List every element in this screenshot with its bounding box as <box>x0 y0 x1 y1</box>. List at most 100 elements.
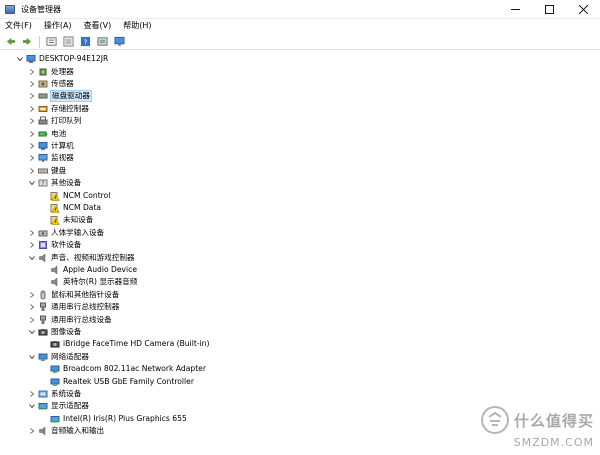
menu-action[interactable]: 操作(A) <box>38 19 78 33</box>
show-hidden-icon <box>62 36 74 47</box>
update-driver-button[interactable] <box>95 35 109 49</box>
tree-category[interactable]: 处理器 <box>28 65 74 77</box>
maximize-button[interactable] <box>532 0 566 19</box>
tree-category[interactable]: 传感器 <box>28 78 74 90</box>
tree-category[interactable]: 音频输入和输出 <box>28 425 104 437</box>
tree-category[interactable]: 监视器 <box>28 152 74 164</box>
tree-device[interactable]: Broadcom 802.11ac Network Adapter <box>40 363 206 375</box>
tree-item-label: 未知设备 <box>63 215 94 225</box>
tree-item-label: NCM Data <box>63 202 102 212</box>
menu-help[interactable]: 帮助(H) <box>117 19 157 33</box>
tree-root[interactable]: DESKTOP-94E12JR <box>16 53 108 65</box>
tree-category[interactable]: 打印队列 <box>28 115 81 127</box>
monitor-icon <box>113 36 125 46</box>
tree-device[interactable]: Intel(R) Iris(R) Plus Graphics 655 <box>40 413 187 425</box>
show-hidden-button[interactable] <box>61 35 75 49</box>
watermark-en-text: SMZDM.COM <box>513 436 594 449</box>
camera-icon <box>50 339 60 349</box>
chevron-right-icon[interactable] <box>28 166 36 176</box>
processor-icon <box>38 67 48 77</box>
network-adapter-icon <box>50 377 60 387</box>
tree-category[interactable]: 人体学输入设备 <box>28 227 104 239</box>
chevron-right-icon[interactable] <box>28 426 36 436</box>
minimize-icon <box>510 9 520 10</box>
tree-category[interactable]: 存储控制器 <box>28 103 89 115</box>
chevron-right-icon[interactable] <box>28 153 36 163</box>
tree-item-label: 通用串行总线设备 <box>51 314 112 324</box>
tree-device[interactable]: NCM Control <box>40 189 110 201</box>
forward-button[interactable] <box>20 35 34 49</box>
tree-device[interactable]: Apple Audio Device <box>40 264 137 276</box>
menu-file[interactable]: 文件(F) <box>0 19 38 33</box>
chevron-down-icon[interactable] <box>16 54 24 64</box>
chevron-down-icon[interactable] <box>28 352 36 362</box>
scan-hardware-button[interactable] <box>112 35 126 49</box>
tree-device[interactable]: Realtek USB GbE Family Controller <box>40 375 194 387</box>
chevron-down-icon[interactable] <box>28 178 36 188</box>
chevron-right-icon[interactable] <box>28 389 36 399</box>
chevron-right-icon[interactable] <box>28 141 36 151</box>
tree-item-label: Apple Audio Device <box>63 264 137 274</box>
chevron-right-icon[interactable] <box>28 116 36 126</box>
tree-category[interactable]: 电池 <box>28 127 66 139</box>
menu-view[interactable]: 查看(V) <box>78 19 118 33</box>
tree-category[interactable]: 磁盘驱动器 <box>28 90 92 103</box>
tree-category[interactable]: 计算机 <box>28 140 74 152</box>
properties-button[interactable] <box>44 35 58 49</box>
tree-item-label: 计算机 <box>51 140 74 150</box>
tree-category[interactable]: 显示适配器 <box>28 400 89 412</box>
tree-category[interactable]: 键盘 <box>28 165 66 177</box>
chevron-right-icon[interactable] <box>28 91 36 101</box>
svg-text:?: ? <box>41 180 44 187</box>
minimize-button[interactable] <box>498 0 532 19</box>
tree-device[interactable]: iBridge FaceTime HD Camera (Built-in) <box>40 338 209 350</box>
forward-icon <box>22 37 31 46</box>
chevron-right-icon[interactable] <box>28 79 36 89</box>
tree-item-label: 软件设备 <box>51 240 82 250</box>
chevron-down-icon[interactable] <box>28 401 36 411</box>
tree-category[interactable]: 系统设备 <box>28 388 81 400</box>
tree-category[interactable]: 通用串行总线设备 <box>28 313 112 325</box>
chevron-right-icon[interactable] <box>28 67 36 77</box>
tree-category[interactable]: 声音、视频和游戏控制器 <box>28 251 135 263</box>
tree-device[interactable]: 英特尔(R) 显示器音频 <box>40 276 137 288</box>
tree-category[interactable]: 鼠标和其他指针设备 <box>28 289 119 301</box>
chevron-right-icon[interactable] <box>28 290 36 300</box>
window-controls <box>498 0 600 19</box>
device-manager-app-icon <box>5 4 15 14</box>
properties-icon <box>45 37 57 46</box>
chevron-right-icon[interactable] <box>28 315 36 325</box>
tree-item-label: 打印队列 <box>51 116 82 126</box>
tree-device[interactable]: NCM Data <box>40 202 101 214</box>
tree-category[interactable]: 图像设备 <box>28 326 81 338</box>
tree-category[interactable]: 网络适配器 <box>28 351 89 363</box>
display-adapter-icon <box>38 401 48 411</box>
tree-category[interactable]: ? 其他设备 <box>28 177 81 189</box>
title-bar: 设备管理器 <box>0 0 600 19</box>
tree-item-label: 声音、视频和游戏控制器 <box>51 252 135 262</box>
chevron-right-icon[interactable] <box>28 302 36 312</box>
chevron-right-icon[interactable] <box>28 129 36 139</box>
tree-device[interactable]: 未知设备 <box>40 214 93 226</box>
battery-icon <box>38 129 48 139</box>
tree-item-label: 监视器 <box>51 153 74 163</box>
help-button[interactable]: ? <box>78 35 92 49</box>
back-button[interactable] <box>3 35 17 49</box>
chevron-right-icon[interactable] <box>28 228 36 238</box>
close-button[interactable] <box>566 0 600 19</box>
tree-category[interactable]: 通用串行总线控制器 <box>28 301 119 313</box>
help-icon: ? <box>80 36 90 47</box>
svg-text:?: ? <box>83 38 87 47</box>
device-tree[interactable]: DESKTOP-94E12JR 处理器传感器 磁盘驱动器 存储控制器 打印队列电池计算机… <box>0 51 600 455</box>
chevron-right-icon[interactable] <box>28 240 36 250</box>
chevron-down-icon[interactable] <box>28 253 36 263</box>
tree-item-label: 处理器 <box>51 66 74 76</box>
tree-category[interactable]: 软件设备 <box>28 239 81 251</box>
chevron-right-icon[interactable] <box>28 104 36 114</box>
chevron-down-icon[interactable] <box>28 327 36 337</box>
tree-item-label: 键盘 <box>51 165 67 175</box>
sensor-icon <box>38 79 48 89</box>
tree-item-label: 电池 <box>51 128 67 138</box>
